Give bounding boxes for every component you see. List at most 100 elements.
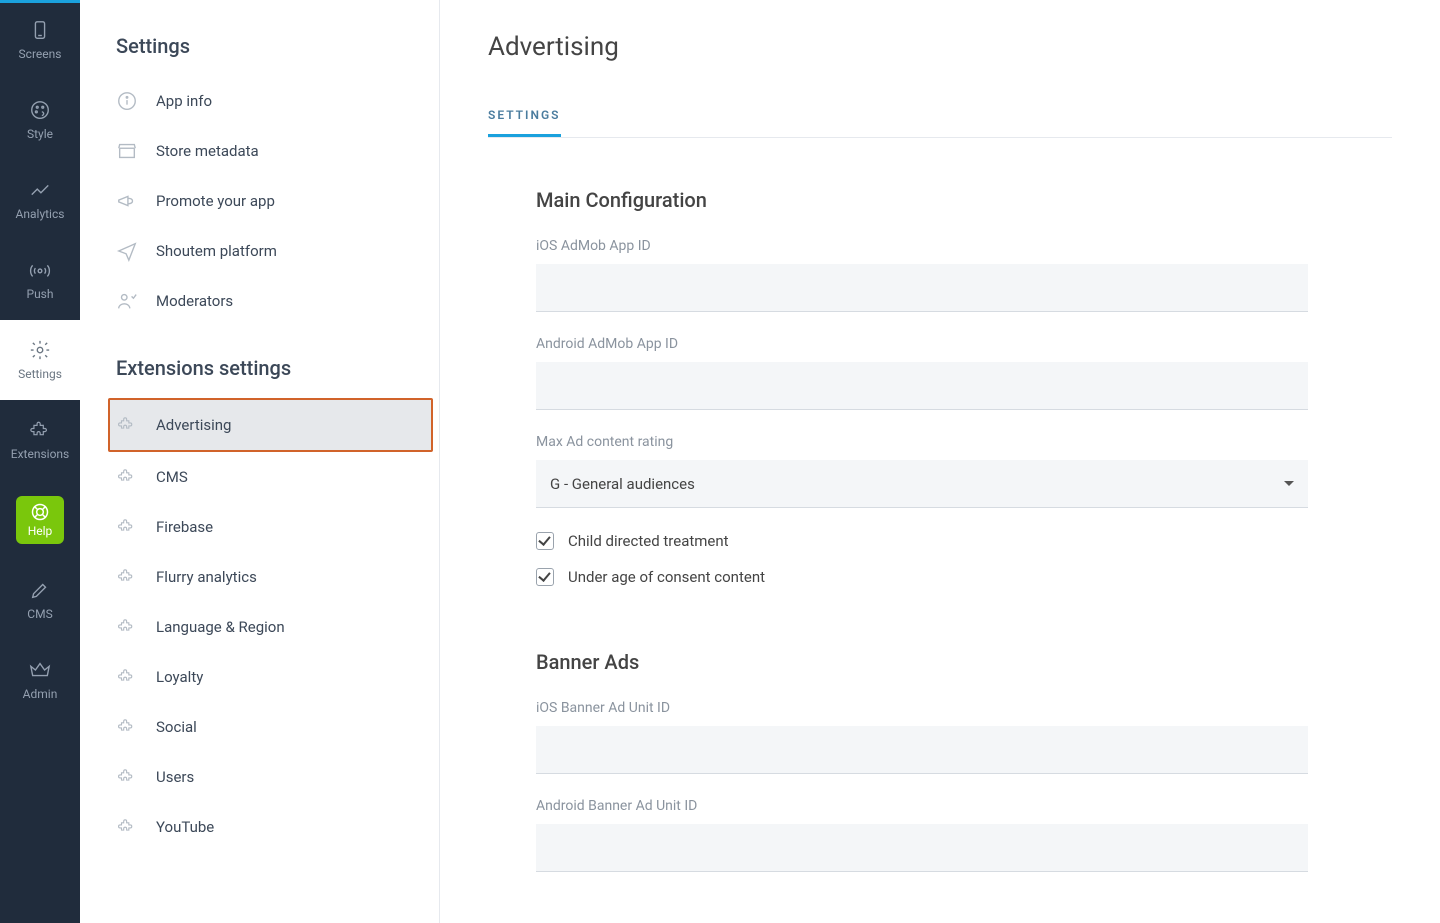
side-item-moderators[interactable]: Moderators <box>80 276 439 326</box>
chart-icon <box>29 179 51 201</box>
rail-label: Analytics <box>16 207 65 221</box>
tab-bar: Settings <box>488 108 1392 138</box>
input-android-banner[interactable] <box>536 824 1308 872</box>
side-item-youtube[interactable]: YouTube <box>80 802 439 852</box>
label-android-banner: Android Banner Ad Unit ID <box>536 798 1308 814</box>
highlight-box: Advertising <box>108 398 433 452</box>
field-max-rating: Max Ad content rating G - General audien… <box>536 434 1308 508</box>
side-item-label: Flurry analytics <box>156 568 257 586</box>
phone-icon <box>29 19 51 41</box>
side-item-social[interactable]: Social <box>80 702 439 752</box>
send-icon <box>116 240 138 262</box>
field-ios-banner: iOS Banner Ad Unit ID <box>536 700 1308 774</box>
side-item-app-info[interactable]: App info <box>80 76 439 126</box>
puzzle-icon <box>116 516 138 538</box>
side-item-label: Users <box>156 768 194 786</box>
side-item-store-metadata[interactable]: Store metadata <box>80 126 439 176</box>
rail-label: Settings <box>18 367 62 381</box>
checkbox-under-age[interactable] <box>536 568 554 586</box>
side-item-label: Loyalty <box>156 668 203 686</box>
main-content: Advertising Settings Main Configuration … <box>440 0 1440 923</box>
rail-item-analytics[interactable]: Analytics <box>0 160 80 240</box>
rail-item-push[interactable]: Push <box>0 240 80 320</box>
rail-label: Push <box>27 287 54 301</box>
label-android-admob: Android AdMob App ID <box>536 336 1308 352</box>
rail-item-admin[interactable]: Admin <box>0 640 80 720</box>
rail-label: Admin <box>23 687 58 701</box>
side-item-label: Promote your app <box>156 192 275 210</box>
side-item-language[interactable]: Language & Region <box>80 602 439 652</box>
crown-icon <box>29 659 51 681</box>
side-item-loyalty[interactable]: Loyalty <box>80 652 439 702</box>
left-nav-rail: Screens Style Analytics Push Settings Ex… <box>0 0 80 923</box>
select-max-rating[interactable]: G - General audiences <box>536 460 1308 508</box>
side-item-label: Language & Region <box>156 618 285 636</box>
side-header-extensions: Extensions settings <box>80 356 439 398</box>
side-item-promote[interactable]: Promote your app <box>80 176 439 226</box>
side-item-users[interactable]: Users <box>80 752 439 802</box>
side-header-settings: Settings <box>80 34 439 76</box>
side-section-settings: Settings App info Store metadata Promote… <box>80 34 439 326</box>
side-item-flurry[interactable]: Flurry analytics <box>80 552 439 602</box>
input-android-admob[interactable] <box>536 362 1308 410</box>
field-android-admob: Android AdMob App ID <box>536 336 1308 410</box>
side-item-label: Shoutem platform <box>156 242 277 260</box>
section-banner-ads: Banner Ads <box>536 650 1308 674</box>
rail-item-style[interactable]: Style <box>0 80 80 160</box>
puzzle-icon <box>116 414 138 436</box>
puzzle-icon <box>116 566 138 588</box>
rail-label: Screens <box>19 47 62 61</box>
side-item-label: YouTube <box>156 818 214 836</box>
label-ios-banner: iOS Banner Ad Unit ID <box>536 700 1308 716</box>
side-item-firebase[interactable]: Firebase <box>80 502 439 552</box>
side-item-advertising[interactable]: Advertising <box>110 400 431 450</box>
puzzle-icon <box>116 716 138 738</box>
puzzle-icon <box>116 466 138 488</box>
gear-icon <box>29 339 51 361</box>
rail-item-cms[interactable]: CMS <box>0 560 80 640</box>
input-ios-banner[interactable] <box>536 726 1308 774</box>
puzzle-icon <box>116 766 138 788</box>
side-item-label: CMS <box>156 468 188 486</box>
input-ios-admob[interactable] <box>536 264 1308 312</box>
megaphone-icon <box>116 190 138 212</box>
rail-label: Extensions <box>11 447 69 461</box>
side-item-shoutem-platform[interactable]: Shoutem platform <box>80 226 439 276</box>
side-item-label: Store metadata <box>156 142 259 160</box>
app-root: Screens Style Analytics Push Settings Ex… <box>0 0 1440 923</box>
side-item-label: Advertising <box>156 416 231 434</box>
label-max-rating: Max Ad content rating <box>536 434 1308 450</box>
side-item-label: Social <box>156 718 197 736</box>
rail-item-help[interactable]: Help <box>16 496 64 544</box>
row-under-age: Under age of consent content <box>536 568 1308 586</box>
rail-item-extensions[interactable]: Extensions <box>0 400 80 480</box>
section-main-configuration: Main Configuration <box>536 188 1308 212</box>
puzzle-icon <box>29 419 51 441</box>
side-item-label: Firebase <box>156 518 213 536</box>
rail-label: Help <box>28 524 53 538</box>
pencil-icon <box>29 579 51 601</box>
palette-icon <box>29 99 51 121</box>
page-title: Advertising <box>488 32 1392 62</box>
puzzle-icon <box>116 666 138 688</box>
row-child-directed: Child directed treatment <box>536 532 1308 550</box>
puzzle-icon <box>116 816 138 838</box>
rail-label: CMS <box>27 607 52 621</box>
lifebuoy-icon <box>30 502 50 522</box>
form-area: Main Configuration iOS AdMob App ID Andr… <box>488 188 1308 872</box>
side-item-cms[interactable]: CMS <box>80 452 439 502</box>
checkbox-label: Under age of consent content <box>568 568 765 586</box>
checkbox-child-directed[interactable] <box>536 532 554 550</box>
rail-label: Style <box>27 127 53 141</box>
rail-item-settings[interactable]: Settings <box>0 320 80 400</box>
info-icon <box>116 90 138 112</box>
tab-settings[interactable]: Settings <box>488 108 561 137</box>
settings-side-panel: Settings App info Store metadata Promote… <box>80 0 440 923</box>
moderator-icon <box>116 290 138 312</box>
select-value: G - General audiences <box>550 475 695 493</box>
rail-item-screens[interactable]: Screens <box>0 0 80 80</box>
broadcast-icon <box>29 259 51 281</box>
field-android-banner: Android Banner Ad Unit ID <box>536 798 1308 872</box>
side-item-label: Moderators <box>156 292 233 310</box>
checkbox-label: Child directed treatment <box>568 532 729 550</box>
